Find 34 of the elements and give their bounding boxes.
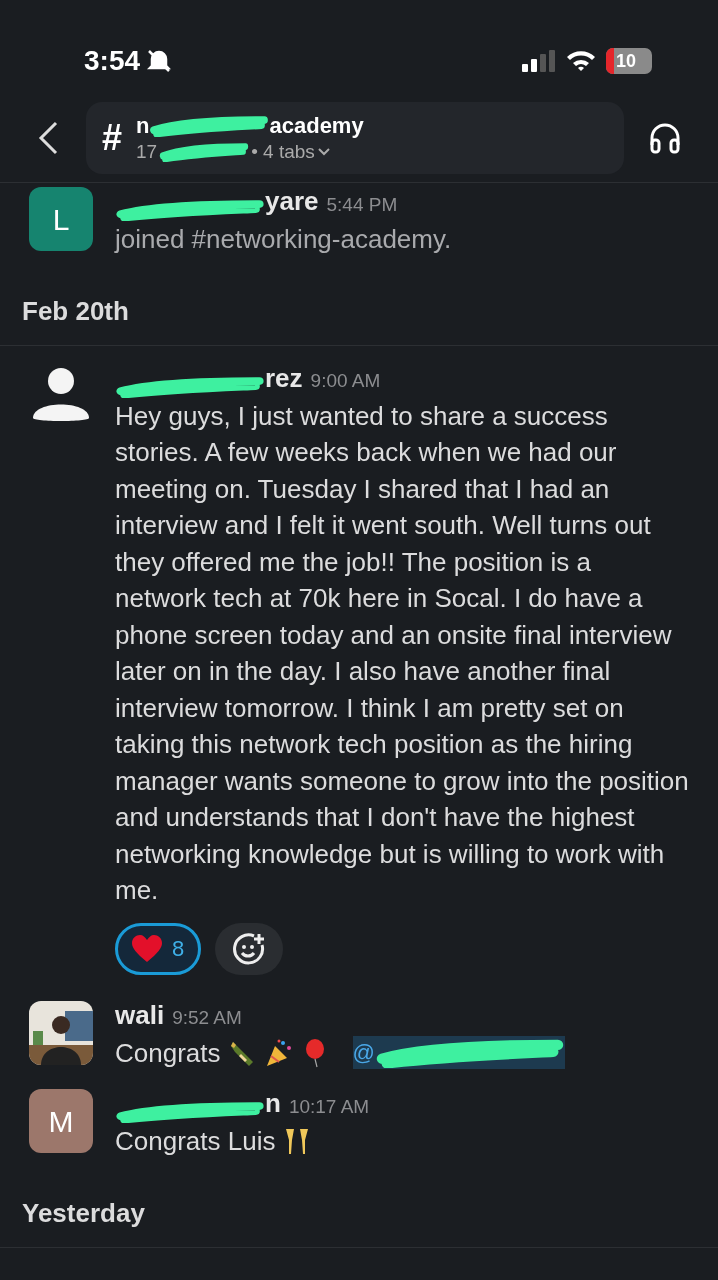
message-text: Hey guys, I just wanted to share a success stories. A few weeks back when we had our meeting on. Tuesday I shared that I had an interview and I felt it went south. Well turns out they offered me the job!! The position is a network tech at 70k here in Socal. I do have a phone screen today and an onsite final interview later on in the day. I also have another final interview tomorrow. I think I am pretty set on taking this network tech position as the hiring manager wants someone to grow into the position and understands that I don't have the highest networking knowledge but is willing to work with me.	[115, 399, 689, 907]
add-emoji-icon	[232, 931, 267, 966]
message-text: Congrats Luis	[115, 1125, 276, 1158]
heart-icon	[132, 934, 162, 963]
sender-name[interactable]: wali	[115, 995, 165, 1035]
channel-hash: #	[102, 116, 123, 160]
user-avatar[interactable]: L	[29, 187, 93, 251]
message-time: 9:00 AM	[310, 369, 381, 393]
date-divider: Yesterday	[22, 1197, 145, 1228]
headphones-icon[interactable]	[648, 121, 682, 155]
user-mention[interactable]: @	[352, 1036, 375, 1070]
message-time: 10:17 AM	[288, 1094, 370, 1119]
status-time: 3:54	[84, 44, 141, 78]
channel-name: n	[136, 112, 150, 140]
sender-name[interactable]: n	[265, 1084, 281, 1123]
user-avatar[interactable]: M	[29, 1089, 93, 1153]
tabs-count: • 4 tabs	[251, 139, 315, 164]
signal-icon	[522, 50, 556, 72]
message-text: Congrats	[115, 1036, 221, 1070]
chevron-down-icon	[316, 146, 331, 157]
message-time: 9:52 AM	[172, 1006, 242, 1030]
reaction-chip[interactable]: 8	[115, 922, 202, 975]
party-popper-icon	[264, 1037, 293, 1068]
date-divider: Feb 20th	[22, 295, 129, 326]
wifi-icon	[566, 50, 596, 72]
message-text: joined #networking-academy.	[115, 223, 452, 256]
sender-name[interactable]: yare	[265, 182, 319, 221]
message-time: 5:44 PM	[326, 192, 398, 217]
channel-name: academy	[269, 112, 364, 140]
bell-slash-icon	[146, 48, 173, 74]
sender-name[interactable]: rez	[265, 358, 303, 398]
channel-header[interactable]: # n academy 17 • 4 tabs	[86, 102, 624, 174]
member-count: 17	[136, 139, 158, 164]
battery-indicator: 10	[606, 48, 652, 74]
